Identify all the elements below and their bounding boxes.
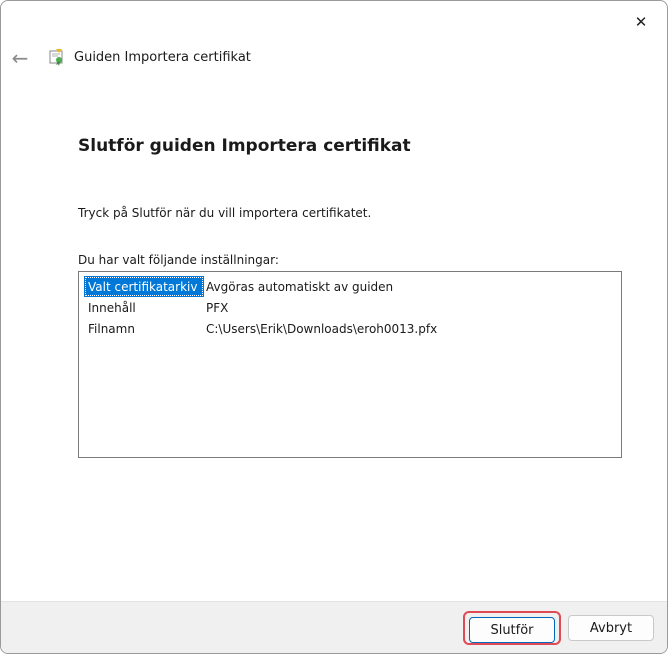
close-icon: ✕ — [634, 13, 648, 31]
certificate-icon — [49, 49, 63, 66]
back-button[interactable]: ← — [9, 46, 31, 70]
cancel-button[interactable]: Avbryt — [568, 615, 654, 641]
settings-value: Avgöras automatiskt av guiden — [206, 279, 394, 294]
settings-key: Innehåll — [88, 300, 136, 315]
finish-button[interactable]: Slutför — [469, 617, 555, 643]
arrow-left-icon: ← — [11, 46, 29, 70]
settings-table: Valt certifikatarkiv Avgöras automatiskt… — [84, 276, 437, 339]
footer-bar: Slutför Avbryt — [1, 601, 667, 653]
close-button[interactable]: ✕ — [621, 7, 661, 37]
settings-label: Du har valt följande inställningar: — [78, 253, 279, 267]
settings-key: Valt certifikatarkiv — [84, 276, 204, 297]
settings-key: Filnamn — [88, 321, 135, 336]
window-title: Guiden Importera certifikat — [74, 50, 251, 65]
page-heading: Slutför guiden Importera certifikat — [78, 136, 411, 156]
settings-row-store[interactable]: Valt certifikatarkiv Avgöras automatiskt… — [84, 276, 437, 297]
settings-value: C:\Users\Erik\Downloads\eroh0013.pfx — [206, 321, 438, 336]
settings-list[interactable]: Valt certifikatarkiv Avgöras automatiskt… — [78, 271, 622, 458]
settings-row-content[interactable]: Innehåll PFX — [84, 297, 437, 318]
instruction-text: Tryck på Slutför när du vill importera c… — [78, 206, 372, 220]
finish-button-highlight: Slutför — [463, 611, 561, 645]
settings-value: PFX — [206, 300, 229, 315]
settings-row-filename[interactable]: Filnamn C:\Users\Erik\Downloads\eroh0013… — [84, 318, 437, 339]
import-certificate-wizard-window: ✕ ← Guiden Importera certifikat Slutför … — [0, 0, 668, 654]
